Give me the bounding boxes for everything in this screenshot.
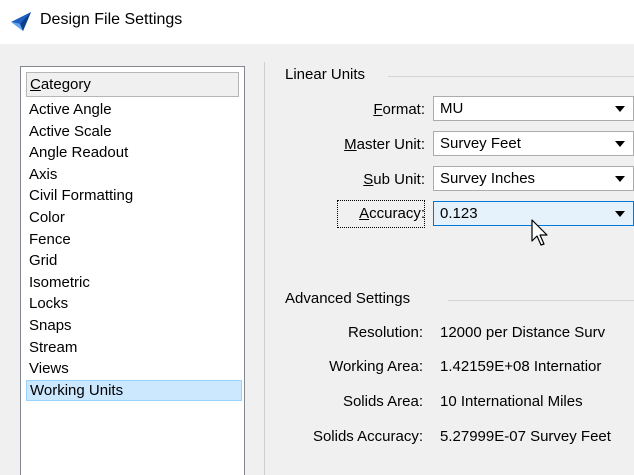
pane-divider[interactable] — [264, 62, 265, 475]
format-label: Format: — [373, 101, 425, 118]
category-item-fence[interactable]: Fence — [26, 229, 242, 251]
category-items: Active Angle Active Scale Angle Readout … — [26, 99, 242, 402]
solids-accuracy-value: 5.27999E-07 Survey Feet — [440, 428, 611, 445]
category-item-color[interactable]: Color — [26, 207, 242, 229]
solids-area-label: Solids Area: — [342, 393, 423, 410]
format-dropdown[interactable]: MU — [433, 96, 634, 121]
title-bar: Design File Settings — [0, 0, 634, 44]
format-value: MU — [440, 100, 464, 117]
linear-units-group-line — [388, 76, 634, 77]
resolution-label: Resolution: — [347, 324, 423, 341]
linear-units-title: Linear Units — [285, 66, 374, 83]
solids-accuracy-label: Solids Accuracy: — [312, 428, 423, 445]
accuracy-label: Accuracy: — [359, 205, 425, 222]
category-item-active-angle[interactable]: Active Angle — [26, 99, 242, 121]
working-area-label: Working Area: — [329, 358, 423, 375]
microstation-icon — [11, 12, 31, 31]
category-item-active-scale[interactable]: Active Scale — [26, 121, 242, 143]
resolution-value: 12000 per Distance Surv — [440, 324, 606, 341]
master-unit-value: Survey Feet — [440, 135, 521, 152]
window-title: Design File Settings — [40, 11, 183, 28]
chevron-down-icon — [615, 141, 625, 147]
solids-area-value: 10 International Miles — [440, 393, 583, 410]
working-area-value: 1.42159E+08 Internatior — [440, 358, 602, 375]
master-unit-dropdown[interactable]: Survey Feet — [433, 131, 634, 156]
advanced-settings-title: Advanced Settings — [285, 290, 419, 307]
chevron-down-icon — [615, 211, 625, 217]
sub-unit-dropdown[interactable]: Survey Inches — [433, 166, 634, 191]
sub-unit-label: Sub Unit: — [363, 171, 425, 188]
category-item-snaps[interactable]: Snaps — [26, 315, 242, 337]
category-item-isometric[interactable]: Isometric — [26, 272, 242, 294]
chevron-down-icon — [615, 176, 625, 182]
category-item-views[interactable]: Views — [26, 358, 242, 380]
accuracy-value: 0.123 — [440, 205, 478, 222]
category-item-axis[interactable]: Axis — [26, 164, 242, 186]
mouse-pointer-icon — [531, 219, 548, 246]
category-column-header[interactable]: Category — [26, 72, 239, 97]
chevron-down-icon — [615, 106, 625, 112]
master-unit-label: Master Unit: — [344, 136, 425, 153]
category-list[interactable]: Category Active Angle Active Scale Angle… — [20, 66, 245, 475]
category-item-working-units[interactable]: Working Units — [26, 379, 242, 402]
category-item-stream[interactable]: Stream — [26, 337, 242, 359]
advanced-settings-group-line — [448, 300, 634, 301]
category-item-locks[interactable]: Locks — [26, 293, 242, 315]
category-header-key: C — [30, 76, 41, 93]
category-item-civil-formatting[interactable]: Civil Formatting — [26, 185, 242, 207]
category-header-label: ategory — [40, 76, 91, 93]
dialog-body: Category Active Angle Active Scale Angle… — [0, 44, 634, 475]
sub-unit-value: Survey Inches — [440, 170, 536, 187]
category-item-grid[interactable]: Grid — [26, 250, 242, 272]
category-item-angle-readout[interactable]: Angle Readout — [26, 142, 242, 164]
